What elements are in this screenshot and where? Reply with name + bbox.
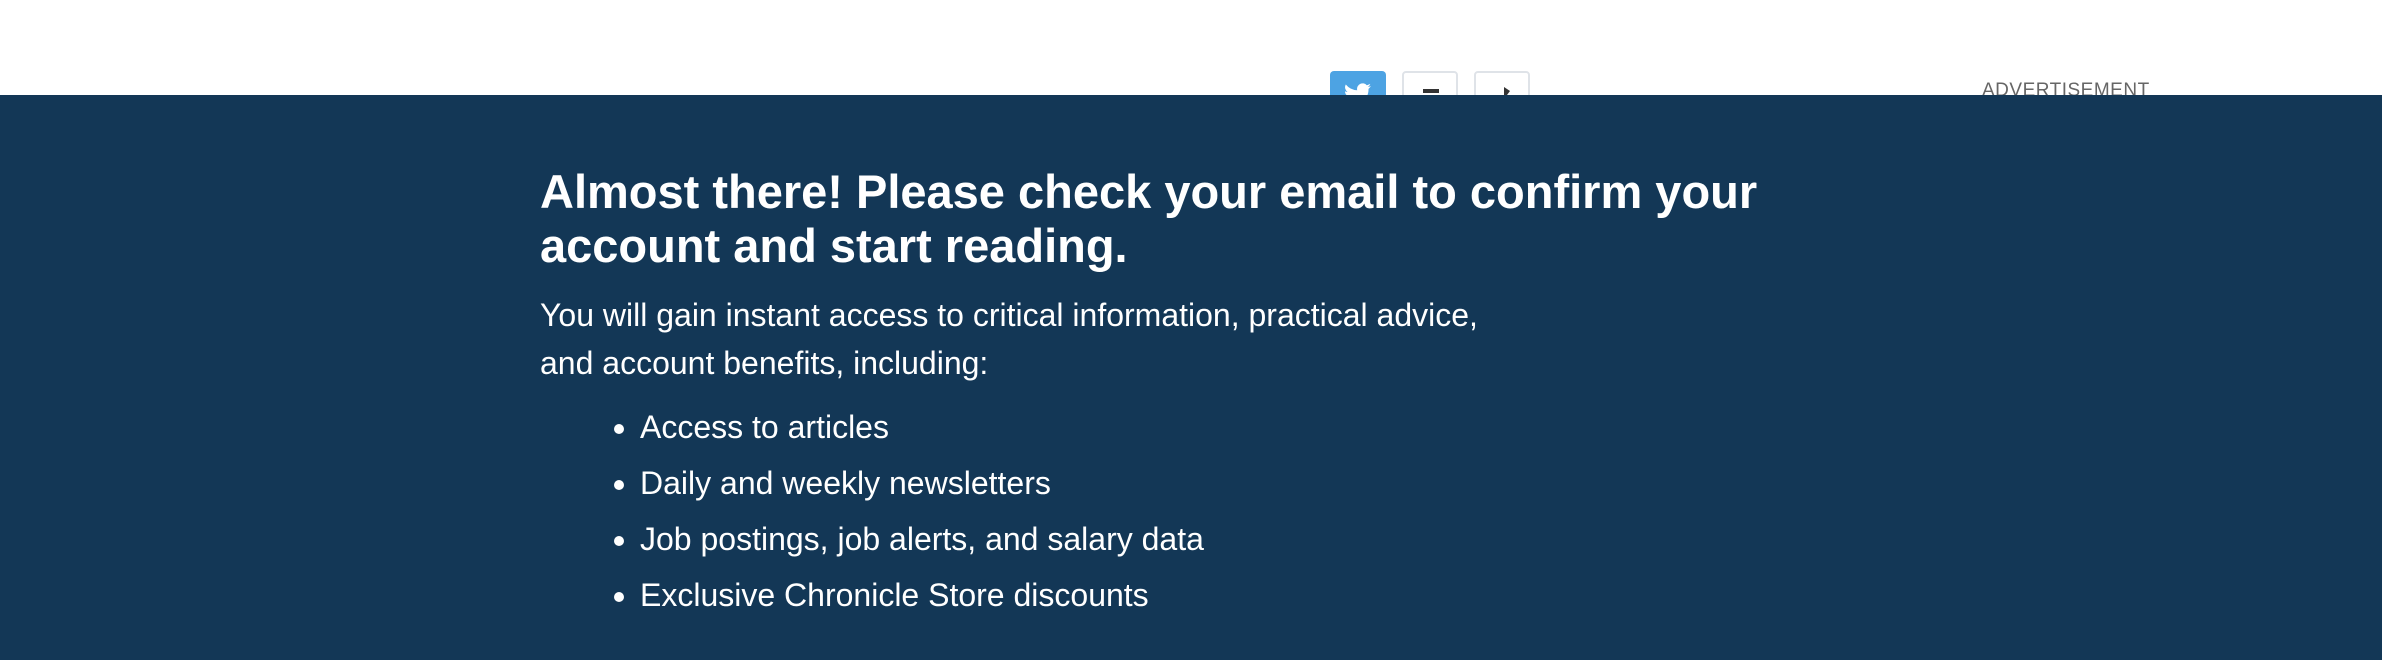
email-icon <box>1423 89 1439 93</box>
benefits-list: Access to articles Daily and weekly news… <box>540 399 1920 623</box>
twitter-share-button[interactable] <box>1330 71 1386 95</box>
benefit-item: Exclusive Chronicle Store discounts <box>640 567 1920 623</box>
print-share-button[interactable] <box>1474 71 1530 95</box>
email-confirmation-overlay: Almost there! Please check your email to… <box>0 95 2382 660</box>
benefit-item: Access to articles <box>640 399 1920 455</box>
overlay-headline: Almost there! Please check your email to… <box>540 165 1758 272</box>
overlay-intro-text: You will gain instant access to critical… <box>540 297 1478 381</box>
page-header-strip: ADVERTISEMENT <box>0 0 2382 95</box>
email-share-button[interactable] <box>1402 71 1458 95</box>
overlay-content: Almost there! Please check your email to… <box>540 165 1920 623</box>
mouse-cursor-icon <box>1504 87 1510 95</box>
advertisement-label: ADVERTISEMENT <box>1982 80 2150 95</box>
benefit-item: Daily and weekly newsletters <box>640 455 1920 511</box>
benefit-item: Job postings, job alerts, and salary dat… <box>640 511 1920 567</box>
